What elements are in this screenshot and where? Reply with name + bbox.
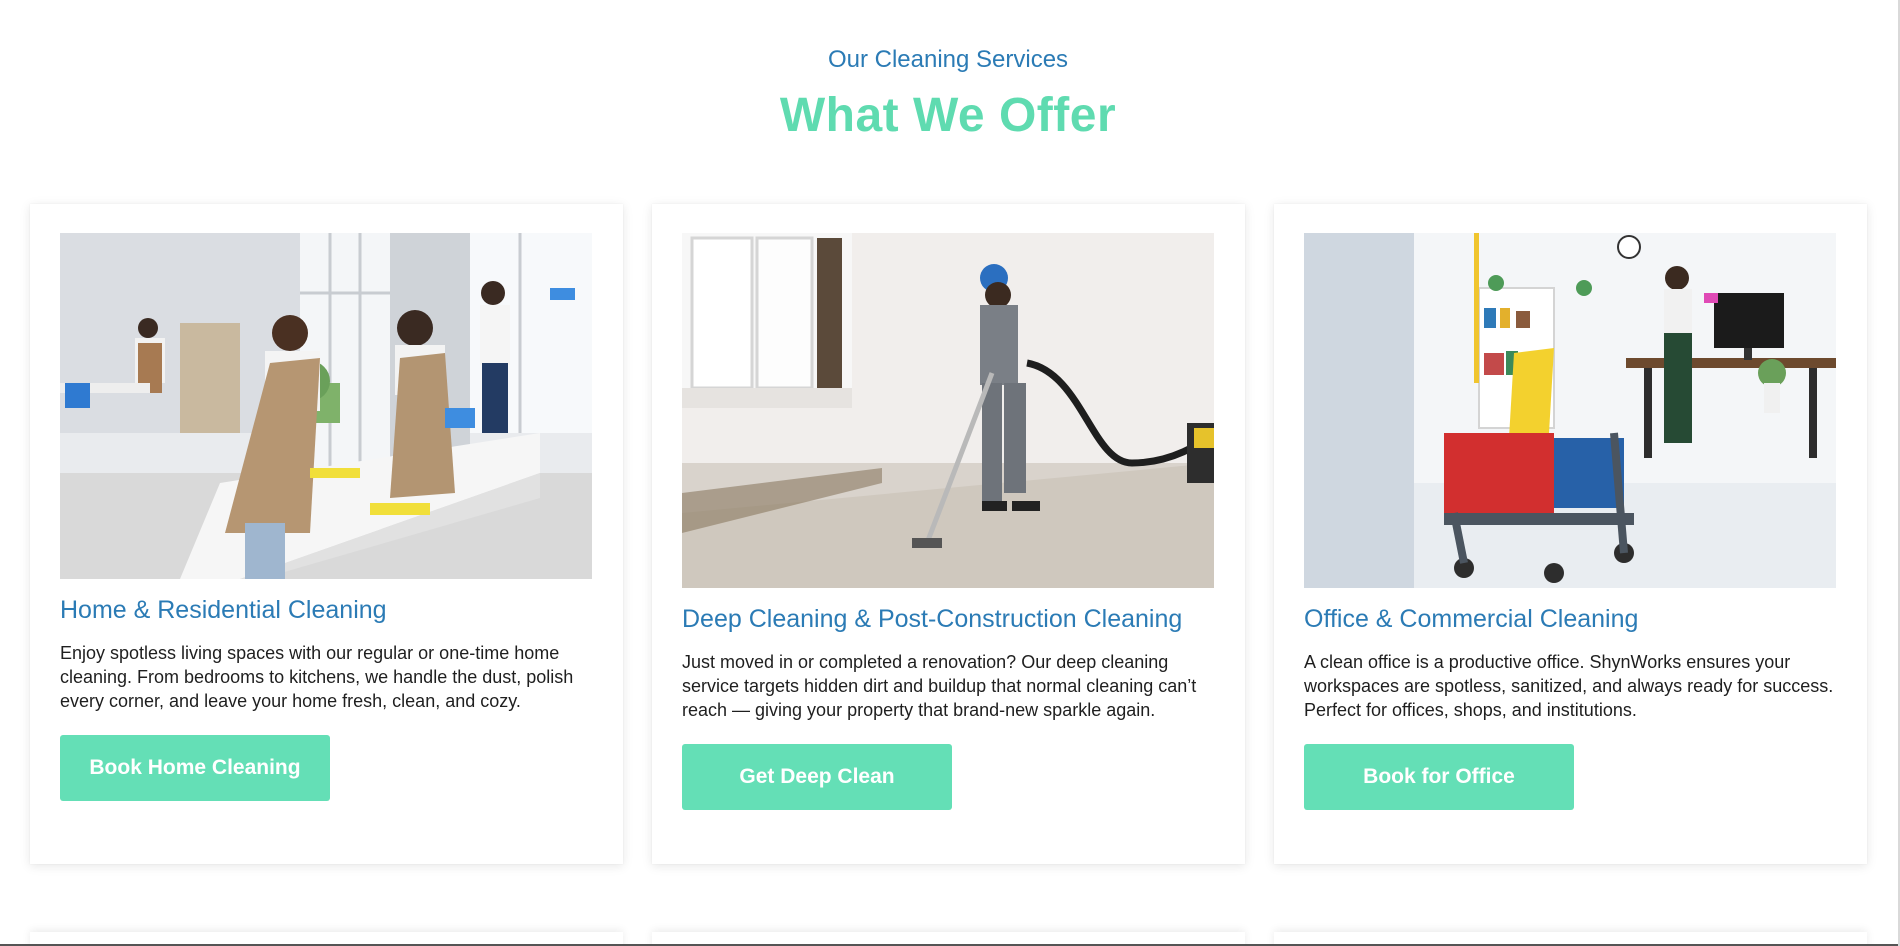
home-cleaning-image — [60, 233, 592, 579]
card-description: Enjoy spotless living spaces with our re… — [60, 643, 574, 711]
card-description: Just moved in or completed a renovation?… — [682, 652, 1197, 720]
card-title: Home & Residential Cleaning — [60, 596, 387, 624]
get-deep-clean-button[interactable]: Get Deep Clean — [682, 744, 952, 810]
service-card-home: Home & Residential Cleaning Enjoy spotle… — [30, 204, 623, 864]
card-title: Office & Commercial Cleaning — [1304, 605, 1639, 633]
services-page: Our Cleaning Services What We Offer Home… — [0, 0, 1900, 946]
section-subtitle: Our Cleaning Services — [827, 46, 1069, 73]
section-title: What We Offer — [779, 89, 1117, 142]
card-description: A clean office is a productive office. S… — [1304, 652, 1834, 720]
deep-cleaning-image — [682, 233, 1214, 588]
book-for-office-button[interactable]: Book for Office — [1304, 744, 1574, 810]
office-cleaning-image — [1304, 233, 1836, 588]
service-card-office: Office & Commercial Cleaning A clean off… — [1274, 204, 1867, 864]
book-home-cleaning-button[interactable]: Book Home Cleaning — [60, 735, 330, 801]
service-card-deep: Deep Cleaning & Post-Construction Cleani… — [652, 204, 1245, 864]
card-title: Deep Cleaning & Post-Construction Cleani… — [682, 605, 1183, 633]
